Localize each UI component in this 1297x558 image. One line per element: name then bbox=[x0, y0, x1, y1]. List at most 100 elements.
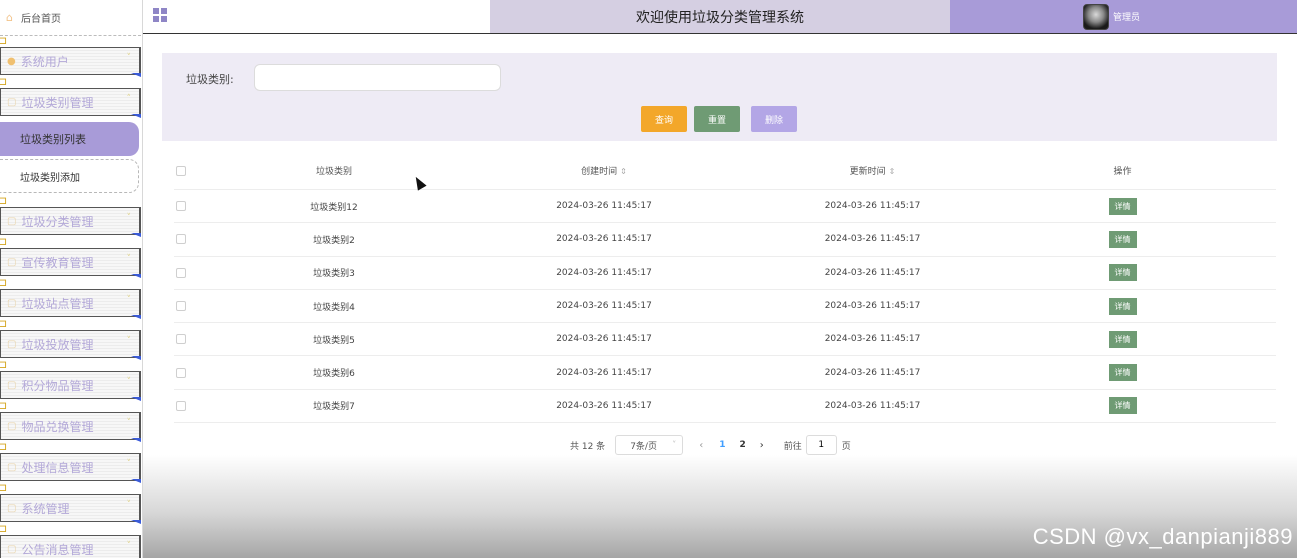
detail-button[interactable]: 详情 bbox=[1108, 364, 1137, 382]
cell-created: 2024-03-26 11:45:17 bbox=[556, 334, 652, 345]
query-button[interactable]: 查询 bbox=[641, 106, 687, 132]
clip-icon: ⊐ bbox=[0, 195, 14, 206]
chevron-icon: ˅ bbox=[126, 377, 132, 387]
chevron-icon: ˅ bbox=[126, 295, 132, 305]
sort-icon[interactable]: ⇕ bbox=[889, 167, 896, 176]
row-checkbox[interactable] bbox=[176, 400, 186, 411]
detail-button[interactable]: 详情 bbox=[1108, 297, 1137, 315]
user-menu[interactable]: 管理员 bbox=[950, 0, 1297, 33]
row-checkbox[interactable] bbox=[176, 367, 186, 378]
row-checkbox[interactable] bbox=[176, 201, 186, 212]
sidebar: ⌂ 后台首页 ⊐ ⊐ ⊐ ⊐ ⊐ ⊐ ⊐ ⊐ ⊐ ⊐ ⊐ ● 系统用户 ˅ ▢ … bbox=[0, 0, 143, 558]
sidebar-subitem-category-list[interactable]: 垃圾类别列表 bbox=[0, 122, 139, 156]
chevron-icon: ˅ bbox=[126, 254, 132, 264]
sidebar-item-classification-mgmt[interactable]: ▢ 垃圾分类管理 ˅ bbox=[0, 207, 141, 235]
column-header-updated[interactable]: 更新时间 ⇕ bbox=[776, 164, 969, 177]
page-title: 欢迎使用垃圾分类管理系统 bbox=[490, 0, 950, 33]
table-row: 垃圾类别4 2024-03-26 11:45:17 2024-03-26 11:… bbox=[174, 290, 1276, 324]
table-row: 垃圾类别2 2024-03-26 11:45:17 2024-03-26 11:… bbox=[174, 223, 1276, 257]
select-all-checkbox[interactable] bbox=[176, 165, 186, 176]
sidebar-item-processing-mgmt[interactable]: ▢ 处理信息管理 ˅ bbox=[0, 453, 141, 481]
cell-created: 2024-03-26 11:45:17 bbox=[556, 267, 652, 278]
chevron-icon: ˅ bbox=[126, 213, 132, 223]
cell-updated: 2024-03-26 11:45:17 bbox=[824, 234, 921, 245]
cell-updated: 2024-03-26 11:45:17 bbox=[824, 201, 921, 212]
sidebar-item-home[interactable]: ⌂ 后台首页 bbox=[0, 0, 141, 36]
sidebar-item-label: 公告消息管理 bbox=[21, 542, 94, 557]
detail-button[interactable]: 详情 bbox=[1108, 264, 1137, 282]
goto-label: 前往 bbox=[783, 441, 802, 452]
prev-page-icon[interactable]: ‹ bbox=[699, 440, 703, 451]
cell-updated: 2024-03-26 11:45:17 bbox=[824, 334, 921, 345]
detail-button[interactable]: 详情 bbox=[1108, 230, 1137, 248]
chevron-icon: ˅ bbox=[126, 53, 132, 63]
page-number-current[interactable]: 1 bbox=[719, 440, 725, 450]
clip-icon: ⊐ bbox=[0, 277, 14, 288]
clip-icon: ⊐ bbox=[0, 318, 14, 329]
sidebar-item-label: 垃圾分类管理 bbox=[21, 214, 94, 229]
row-checkbox[interactable] bbox=[176, 334, 186, 345]
detail-button[interactable]: 详情 bbox=[1108, 197, 1137, 215]
page-number[interactable]: 2 bbox=[739, 440, 745, 450]
sidebar-item-label: 垃圾站点管理 bbox=[21, 296, 94, 311]
chevron-icon: ˅ bbox=[126, 418, 132, 428]
page-size-select[interactable]: 7条/页 ˅ bbox=[615, 435, 684, 455]
cell-updated: 2024-03-26 11:45:17 bbox=[824, 400, 921, 411]
clip-icon: ⊐ bbox=[0, 400, 14, 411]
detail-button[interactable]: 详情 bbox=[1108, 330, 1137, 348]
delete-button[interactable]: 删除 bbox=[751, 106, 797, 132]
sidebar-item-notice-mgmt[interactable]: ▢ 公告消息管理 ˅ bbox=[0, 535, 141, 558]
cell-type: 垃圾类别12 bbox=[310, 202, 358, 213]
chevron-icon: ˅ bbox=[126, 336, 132, 346]
category-search-input[interactable] bbox=[254, 64, 501, 91]
cell-type: 垃圾类别5 bbox=[313, 335, 355, 346]
sidebar-item-exchange-mgmt[interactable]: ▢ 物品兑换管理 ˅ bbox=[0, 412, 141, 440]
sidebar-item-category-mgmt[interactable]: ▢ 垃圾类别管理 ˄ bbox=[0, 88, 141, 116]
cell-updated: 2024-03-26 11:45:17 bbox=[824, 301, 921, 312]
clip-icon: ⊐ bbox=[0, 523, 14, 534]
column-header-type: 垃圾类别 bbox=[315, 167, 352, 177]
clip-icon: ⊐ bbox=[0, 359, 14, 370]
sidebar-item-education-mgmt[interactable]: ▢ 宣传教育管理 ˅ bbox=[0, 248, 141, 276]
sidebar-item-label: 宣传教育管理 bbox=[21, 255, 94, 270]
sort-icon[interactable]: ⇕ bbox=[620, 167, 627, 176]
clip-icon: ⊐ bbox=[0, 482, 14, 493]
detail-button[interactable]: 详情 bbox=[1108, 397, 1137, 415]
cell-type: 垃圾类别3 bbox=[313, 269, 355, 280]
sidebar-item-station-mgmt[interactable]: ▢ 垃圾站点管理 ˅ bbox=[0, 289, 141, 317]
chevron-icon: ˅ bbox=[126, 541, 132, 551]
goto-page-input[interactable] bbox=[805, 435, 837, 455]
column-header-label: 创建时间 bbox=[581, 167, 618, 177]
sidebar-item-points-goods-mgmt[interactable]: ▢ 积分物品管理 ˅ bbox=[0, 371, 141, 399]
row-checkbox[interactable] bbox=[176, 267, 186, 278]
sidebar-subitem-category-add[interactable]: 垃圾类别添加 bbox=[0, 159, 139, 193]
sidebar-subitem-label: 垃圾类别添加 bbox=[20, 172, 80, 184]
sidebar-item-system-users[interactable]: ● 系统用户 ˅ bbox=[0, 47, 141, 75]
sidebar-item-label: 系统管理 bbox=[21, 501, 70, 516]
folder-icon: ▢ bbox=[7, 420, 17, 432]
folder-icon: ▢ bbox=[7, 338, 17, 350]
home-icon: ⌂ bbox=[6, 11, 13, 24]
cell-created: 2024-03-26 11:45:17 bbox=[556, 367, 652, 378]
sidebar-item-label: 处理信息管理 bbox=[21, 460, 94, 475]
cell-updated: 2024-03-26 11:45:17 bbox=[824, 267, 921, 278]
table-header: 垃圾类别 创建时间 ⇕ 更新时间 ⇕ 操作 bbox=[174, 152, 1276, 190]
sidebar-item-label: 物品兑换管理 bbox=[21, 419, 94, 434]
row-checkbox[interactable] bbox=[176, 234, 186, 245]
cell-created: 2024-03-26 11:45:17 bbox=[556, 234, 652, 245]
category-table: 垃圾类别 创建时间 ⇕ 更新时间 ⇕ 操作 垃圾类别12 2024-03-26 11… bbox=[174, 152, 1276, 424]
row-checkbox[interactable] bbox=[176, 301, 186, 312]
avatar bbox=[1083, 3, 1109, 30]
sidebar-item-system-mgmt[interactable]: ▢ 系统管理 ˅ bbox=[0, 494, 141, 522]
search-panel: 垃圾类别: 查询 重置 删除 bbox=[162, 53, 1277, 141]
sidebar-item-label: 积分物品管理 bbox=[21, 378, 94, 393]
folder-icon: ▢ bbox=[7, 543, 17, 555]
next-page-icon[interactable]: › bbox=[760, 440, 764, 451]
reset-button[interactable]: 重置 bbox=[694, 106, 740, 132]
column-header-created[interactable]: 创建时间 ⇕ bbox=[432, 164, 776, 177]
sidebar-item-disposal-mgmt[interactable]: ▢ 垃圾投放管理 ˅ bbox=[0, 330, 141, 358]
clip-icon: ⊐ bbox=[0, 236, 14, 247]
user-icon: ● bbox=[7, 55, 16, 67]
menu-grid-icon[interactable] bbox=[153, 8, 167, 22]
folder-icon: ▢ bbox=[7, 379, 17, 391]
